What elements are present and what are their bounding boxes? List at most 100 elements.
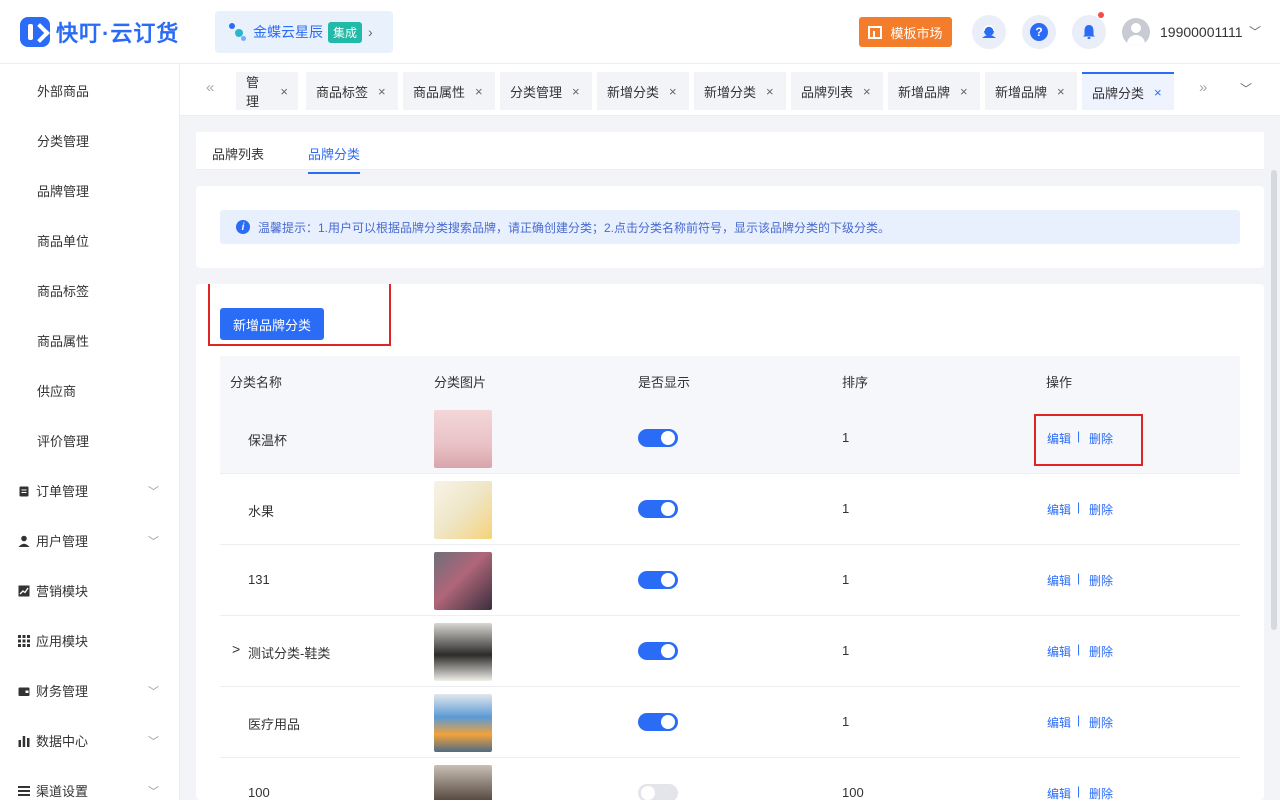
action-separator: | (1077, 642, 1081, 656)
category-name: 131 (248, 572, 270, 587)
delete-link[interactable]: 删除 (1089, 714, 1113, 731)
template-market-label: 模板市场 (890, 25, 943, 41)
question-icon: ? (1030, 23, 1048, 41)
close-icon[interactable]: × (475, 84, 483, 99)
close-icon[interactable]: × (669, 84, 677, 99)
category-name: 保温杯 (248, 433, 288, 448)
info-icon: i (236, 220, 250, 234)
page-scrollbar[interactable] (1271, 170, 1277, 630)
sidebar-item-supplier[interactable]: 供应商 (37, 381, 76, 400)
tab-add-category[interactable]: 新增分类 × (597, 72, 689, 110)
column-header-name: 分类名称 (230, 375, 283, 390)
tab-add-brand[interactable]: 新增品牌 × (888, 72, 980, 110)
chevron-down-icon[interactable]: ﹀ (1240, 80, 1252, 97)
sidebar-item-external-goods[interactable]: 外部商品 (37, 81, 89, 100)
tab-category-management[interactable]: 分类管理 × (500, 72, 592, 110)
visibility-toggle[interactable] (638, 642, 678, 660)
category-name: 医疗用品 (248, 717, 301, 732)
chevron-down-icon: ﹀ (148, 485, 159, 498)
sort-value: 100 (842, 785, 864, 800)
bar-chart-icon (18, 735, 30, 747)
tab-label: 品牌分类 (1092, 85, 1145, 101)
sidebar-item-orders[interactable]: 订单管理 ﹀ (18, 481, 163, 500)
close-icon[interactable]: × (378, 84, 386, 99)
tab-add-brand-2[interactable]: 新增品牌 × (985, 72, 1077, 110)
avatar[interactable] (1122, 18, 1150, 46)
sidebar-item-goods-tag[interactable]: 商品标签 (37, 281, 89, 300)
subtab-brand-category[interactable]: 品牌分类 (308, 144, 361, 174)
kingdee-name: 金蝶云星辰 (253, 24, 323, 40)
tip-banner: i 温馨提示：1.用户可以根据品牌分类搜索品牌，请正确创建分类；2.点击分类名称… (220, 210, 1240, 244)
sidebar-item-label: 营销模块 (36, 584, 89, 599)
edit-link[interactable]: 编辑 (1047, 572, 1071, 589)
wallet-icon (18, 685, 30, 697)
sidebar-item-category-management[interactable]: 分类管理 (37, 131, 89, 150)
tab-goods-attribute[interactable]: 商品属性 × (403, 72, 495, 110)
sidebar-item-goods-unit[interactable]: 商品单位 (37, 231, 89, 250)
fruit-box-image (434, 481, 492, 539)
sidebar-item-goods-attribute[interactable]: 商品属性 (37, 331, 89, 350)
tab-brand-category[interactable]: 品牌分类 × (1082, 72, 1174, 110)
visibility-toggle[interactable] (638, 571, 678, 589)
sidebar-item-finance[interactable]: 财务管理 ﹀ (18, 681, 163, 700)
highlight-box-row-actions (1034, 414, 1143, 466)
help-button[interactable]: ? (1022, 15, 1056, 49)
toy-car-image (434, 552, 492, 610)
close-icon[interactable]: × (766, 84, 774, 99)
subtab-brand-list[interactable]: 品牌列表 (212, 144, 264, 172)
sidebar-item-apps[interactable]: 应用模块 (18, 631, 163, 650)
delete-link[interactable]: 删除 (1089, 572, 1113, 589)
visibility-toggle[interactable] (638, 429, 678, 447)
visibility-toggle[interactable] (638, 713, 678, 731)
delete-link[interactable]: 删除 (1089, 643, 1113, 660)
customer-service-button[interactable] (972, 15, 1006, 49)
add-brand-category-button[interactable]: 新增品牌分类 (220, 308, 324, 340)
close-icon[interactable]: × (1154, 85, 1162, 100)
sidebar-item-marketing[interactable]: 营销模块 (18, 581, 163, 600)
unread-dot (1098, 12, 1104, 18)
action-separator: | (1077, 571, 1081, 585)
tab-label: 新增品牌 (898, 84, 951, 100)
tab-brand-list[interactable]: 品牌列表 × (791, 72, 883, 110)
tabs-scroll-right-icon[interactable]: » (1199, 79, 1207, 96)
tabs-scroll-left-icon[interactable]: « (206, 79, 214, 96)
sidebar-item-brand-management[interactable]: 品牌管理 (37, 181, 89, 200)
user-icon (18, 535, 30, 547)
table-row: > 测试分类-鞋类 1 编辑 | 删除 (220, 616, 1240, 687)
close-icon[interactable]: × (1057, 84, 1065, 99)
close-icon[interactable]: × (280, 84, 288, 99)
delete-link[interactable]: 删除 (1089, 501, 1113, 518)
sidebar-item-review-management[interactable]: 评价管理 (37, 431, 89, 450)
edit-link[interactable]: 编辑 (1047, 785, 1071, 800)
username[interactable]: 19900001111 (1160, 24, 1243, 40)
chevron-down-icon[interactable]: ﹀ (1249, 23, 1261, 40)
close-icon[interactable]: × (863, 84, 871, 99)
table-row: 100 100 编辑 | 删除 (220, 758, 1240, 800)
category-name: 测试分类-鞋类 (248, 646, 331, 661)
clipboard-icon (18, 485, 30, 497)
visibility-toggle[interactable] (638, 784, 678, 800)
edit-link[interactable]: 编辑 (1047, 501, 1071, 518)
tab-add-category-2[interactable]: 新增分类 × (694, 72, 786, 110)
edit-link[interactable]: 编辑 (1047, 714, 1071, 731)
template-market-button[interactable]: 模板市场 (859, 17, 952, 47)
tab-goods-tag[interactable]: 商品标签 × (306, 72, 398, 110)
column-header-sort: 排序 (842, 375, 869, 390)
sidebar-item-label: 用户管理 (36, 534, 89, 549)
tab-management[interactable]: 管理 × (236, 72, 298, 110)
close-icon[interactable]: × (960, 84, 968, 99)
delete-link[interactable]: 删除 (1089, 785, 1113, 800)
sidebar-item-data-center[interactable]: 数据中心 ﹀ (18, 731, 163, 750)
table-row: 131 1 编辑 | 删除 (220, 545, 1240, 616)
expand-chevron-icon[interactable]: > (232, 641, 240, 657)
shoes-image (434, 623, 492, 681)
kingdee-integration-button[interactable]: 金蝶云星辰 集成 › (215, 11, 393, 53)
edit-link[interactable]: 编辑 (1047, 643, 1071, 660)
close-icon[interactable]: × (572, 84, 580, 99)
sidebar-item-channel-settings[interactable]: 渠道设置 ﹀ (18, 781, 163, 800)
brand-logo[interactable]: 快叮·云订货 (20, 16, 179, 48)
top-header: 快叮·云订货 金蝶云星辰 集成 › 模板市场 ? 19900001111 ﹀ (0, 0, 1280, 64)
visibility-toggle[interactable] (638, 500, 678, 518)
sidebar-item-users[interactable]: 用户管理 ﹀ (18, 531, 163, 550)
notifications-button[interactable] (1072, 12, 1106, 49)
